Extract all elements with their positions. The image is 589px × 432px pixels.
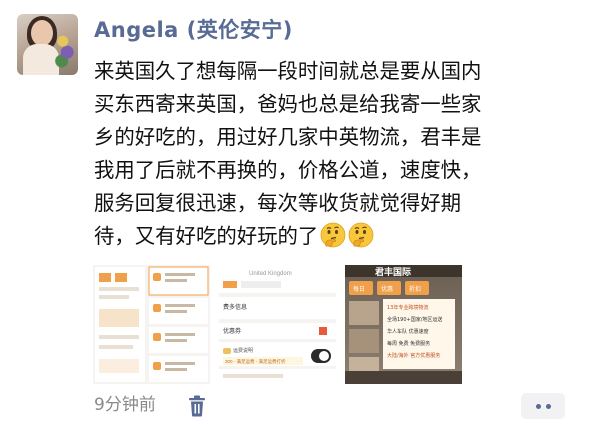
thinking-face-emoji [320, 222, 346, 248]
message-line: 我用了后就不再换的，价格公道，速度快， [94, 158, 482, 182]
author-avatar[interactable] [17, 14, 78, 75]
promo-poster: 君丰国际 每日 优惠 折扣 13年专业跨境物流 全场190+国家/地区运送 华人… [345, 265, 462, 384]
photo2-row: 优惠券 [223, 327, 241, 335]
photo3-banner: 君丰国际 [375, 266, 411, 278]
avatar-face [31, 20, 53, 46]
photo-thumbnail-2[interactable]: United Kingdom 费多信息 优惠券 运费说明 300 - 满足运费 … [219, 265, 336, 384]
message-line-last: 待，又有好吃的好玩的了 [94, 220, 584, 253]
more-options-button[interactable] [521, 393, 565, 419]
trash-icon[interactable] [187, 395, 207, 417]
photo-thumbnail-3[interactable]: 君丰国际 每日 优惠 折扣 13年专业跨境物流 全场190+国家/地区运送 华人… [345, 265, 462, 384]
app-screenshot-form: United Kingdom 费多信息 优惠券 运费说明 300 - 满足运费 … [219, 265, 336, 384]
post-time: 9分钟前 [94, 395, 156, 415]
photo3-card: 折扣 [409, 285, 421, 293]
more-dot-icon [536, 404, 541, 409]
message-line: 来英国久了想每隔一段时间就总是要从国内 [94, 59, 482, 83]
message-line: 买东西寄来英国，爸妈也总是给我寄一些家 [94, 92, 482, 116]
author-name[interactable]: Angela (英伦安宁) [94, 16, 293, 44]
photo3-line: 大陆/海外 官方优惠服务 [387, 352, 440, 359]
photo2-row: 费多信息 [223, 303, 247, 311]
photo3-card: 优惠 [381, 285, 393, 293]
photo2-row: 运费说明 [233, 347, 253, 354]
message-line-text: 待，又有好吃的好玩的了 [94, 224, 319, 248]
app-screenshot-list [93, 265, 210, 384]
photo2-bottom: 300 - 满足运费 - 满足运费打折 [225, 358, 286, 365]
message-line: 乡的好吃的，用过好几家中英物流，君丰是 [94, 125, 482, 149]
photo3-card: 每日 [353, 285, 365, 293]
avatar-flowers [54, 28, 76, 72]
photo-thumbnail-1[interactable] [93, 265, 210, 384]
message-line: 服务回复很迅速，每次等收货就觉得好期 [94, 191, 462, 215]
photo2-header: United Kingdom [249, 271, 292, 277]
photo3-line: 每周 免费 免费服务 [387, 340, 430, 347]
more-dot-icon [546, 404, 551, 409]
photo3-line: 华人车队 优惠速度 [387, 328, 429, 335]
photo3-line: 13年专业跨境物流 [387, 304, 428, 311]
thinking-face-emoji [348, 222, 374, 248]
photo3-line: 全场190+国家/地区运送 [387, 316, 442, 323]
post-message: 来英国久了想每隔一段时间就总是要从国内 买东西寄来英国，爸妈也总是给我寄一些家 … [94, 55, 584, 253]
